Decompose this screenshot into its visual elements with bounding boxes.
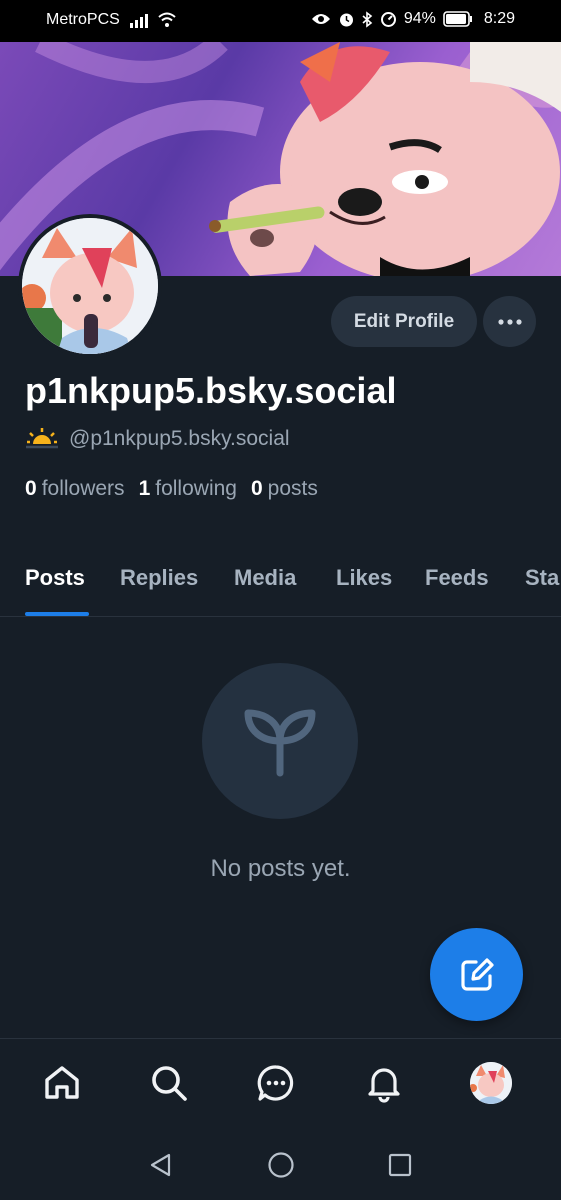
profile-avatar[interactable] (18, 214, 162, 358)
sprout-icon (244, 709, 316, 777)
alarm-icon (339, 13, 353, 26)
nav-profile[interactable] (469, 1061, 513, 1105)
followers-stat[interactable]: 0 followers (25, 477, 125, 501)
edit-profile-button[interactable]: Edit Profile (331, 296, 477, 347)
active-tab-indicator (25, 612, 89, 616)
empty-state-icon-circle (202, 663, 358, 819)
bottom-navigation (0, 1038, 561, 1128)
tab-starter-packs[interactable]: Sta (525, 565, 559, 591)
system-recents-button[interactable] (385, 1150, 415, 1180)
display-name: p1nkpup5.bsky.social (25, 370, 397, 411)
profile-tabs: Posts Replies Media Likes Feeds Sta (0, 545, 561, 617)
system-navigation (0, 1128, 561, 1200)
tab-likes[interactable]: Likes (336, 565, 392, 591)
status-bar: MetroPCS 94% 8:29 (0, 0, 561, 42)
tab-posts[interactable]: Posts (25, 565, 85, 591)
nav-search[interactable] (147, 1061, 191, 1105)
home-icon (45, 1066, 79, 1099)
eye-icon (311, 14, 330, 24)
signal-icon (129, 12, 148, 28)
battery-percent: 94% (403, 10, 436, 27)
bluetooth-icon (362, 10, 373, 28)
home-circle-icon (268, 1152, 294, 1178)
following-stat[interactable]: 1 following (139, 477, 237, 501)
search-icon (152, 1066, 187, 1101)
avatar-illustration (22, 218, 158, 354)
tab-media[interactable]: Media (234, 565, 296, 591)
battery-icon (443, 11, 472, 27)
data-saver-icon (380, 11, 396, 27)
posts-stat: 0 posts (250, 477, 318, 500)
ellipsis-icon (497, 318, 522, 325)
nav-notifications[interactable] (362, 1061, 406, 1105)
profile-stats: 0 followers 1 following 0 posts (25, 477, 318, 501)
nav-profile-avatar (470, 1062, 512, 1104)
recents-icon (388, 1153, 412, 1177)
carrier-label: MetroPCS (46, 11, 120, 28)
chat-icon (257, 1065, 294, 1101)
nav-home[interactable] (40, 1061, 84, 1105)
system-back-button[interactable] (146, 1150, 176, 1180)
compose-icon (460, 957, 494, 991)
sunrise-icon (26, 428, 58, 449)
clock: 8:29 (483, 10, 515, 27)
nav-chat[interactable] (254, 1061, 298, 1105)
system-home-button[interactable] (266, 1150, 296, 1180)
profile-handle[interactable]: @p1nkpup5.bsky.social (69, 427, 290, 451)
tab-replies[interactable]: Replies (120, 565, 198, 591)
wifi-icon (158, 12, 176, 27)
more-options-button[interactable] (483, 296, 536, 347)
back-icon (150, 1153, 171, 1177)
empty-state-text: No posts yet. (210, 855, 351, 882)
handle-row: @p1nkpup5.bsky.social (25, 426, 290, 452)
bell-icon (368, 1068, 400, 1103)
tab-feeds[interactable]: Feeds (425, 565, 489, 591)
compose-button[interactable] (430, 928, 523, 1021)
